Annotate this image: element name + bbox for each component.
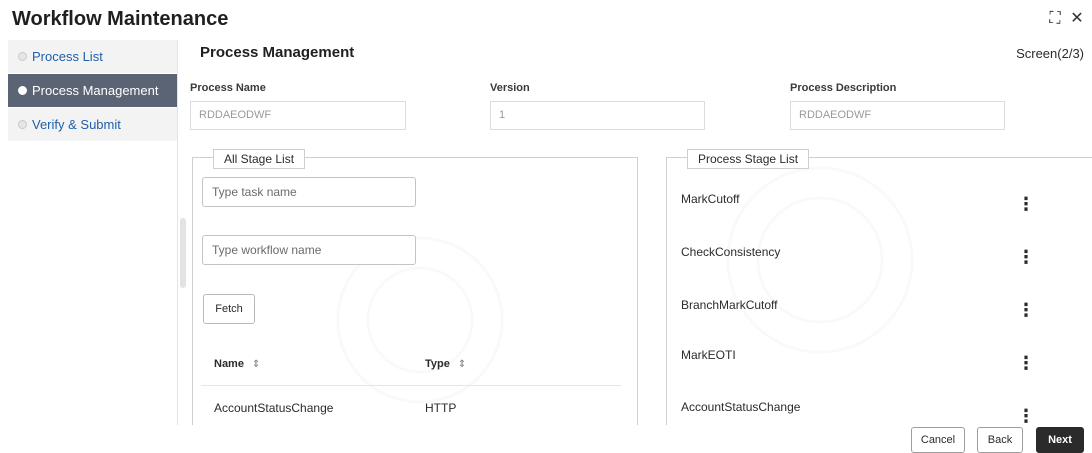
step-dot-icon — [18, 52, 27, 61]
more-options-icon[interactable]: ⋮ — [1017, 300, 1035, 320]
sidebar: Process List Process Management Verify &… — [8, 40, 178, 425]
process-stage-list-legend: Process Stage List — [687, 149, 810, 169]
stage-item[interactable]: MarkEOTI — [681, 348, 736, 362]
task-name-input[interactable]: Type task name — [202, 177, 416, 207]
process-stage-list-panel: Process Stage List MarkCutoff ⋮ CheckCon… — [666, 149, 1092, 426]
process-name-label: Process Name — [190, 82, 266, 94]
more-options-icon[interactable]: ⋮ — [1017, 406, 1035, 426]
sidebar-item-process-management[interactable]: Process Management — [8, 74, 177, 107]
next-button[interactable]: Next — [1036, 427, 1084, 453]
workflow-name-input[interactable]: Type workflow name — [202, 235, 416, 265]
close-icon[interactable]: ✕ — [1068, 10, 1086, 28]
page-title: Workflow Maintenance — [12, 8, 229, 30]
table-cell-type: HTTP — [425, 401, 457, 415]
name-column-header[interactable]: Name ⇕ — [214, 358, 260, 370]
sidebar-item-label: Process Management — [32, 83, 159, 98]
sort-icon[interactable]: ⇕ — [458, 359, 466, 370]
more-options-icon[interactable]: ⋮ — [1017, 247, 1035, 267]
main-content: Process Management Screen(2/3) Process N… — [190, 40, 1092, 426]
sidebar-item-label: Process List — [32, 49, 103, 64]
screen-indicator: Screen(2/3) — [1016, 46, 1084, 61]
step-dot-icon — [18, 120, 27, 129]
version-label: Version — [490, 82, 530, 94]
all-stage-list-legend: All Stage List — [213, 149, 306, 169]
table-header-divider — [201, 385, 621, 386]
expand-icon[interactable]: ⛶ — [1046, 10, 1064, 28]
step-dot-icon — [18, 86, 27, 95]
type-column-header[interactable]: Type ⇕ — [425, 358, 466, 370]
stage-item[interactable]: AccountStatusChange — [681, 400, 800, 414]
sidebar-scrollbar[interactable] — [180, 218, 186, 288]
fetch-button[interactable]: Fetch — [203, 294, 255, 324]
column-header-label: Type — [425, 358, 450, 370]
sort-icon[interactable]: ⇕ — [252, 359, 260, 370]
sidebar-item-label: Verify & Submit — [32, 117, 121, 132]
sidebar-item-verify-submit[interactable]: Verify & Submit — [8, 108, 177, 141]
all-stage-list-panel: All Stage List Type task name Type workf… — [192, 149, 638, 425]
more-options-icon[interactable]: ⋮ — [1017, 353, 1035, 373]
table-cell-name[interactable]: AccountStatusChange — [214, 401, 333, 415]
version-field[interactable]: 1 — [490, 101, 705, 130]
sidebar-item-process-list[interactable]: Process List — [8, 40, 177, 73]
stage-item[interactable]: MarkCutoff — [681, 192, 739, 206]
process-name-field[interactable]: RDDAEODWF — [190, 101, 406, 130]
back-button[interactable]: Back — [977, 427, 1023, 453]
process-description-field[interactable]: RDDAEODWF — [790, 101, 1005, 130]
stage-item[interactable]: CheckConsistency — [681, 245, 780, 259]
window-header: Workflow Maintenance ⛶ ✕ — [0, 0, 1092, 40]
process-description-label: Process Description — [790, 82, 897, 94]
more-options-icon[interactable]: ⋮ — [1017, 194, 1035, 214]
section-title: Process Management — [200, 44, 355, 61]
column-header-label: Name — [214, 358, 244, 370]
stage-item[interactable]: BranchMarkCutoff — [681, 298, 778, 312]
cancel-button[interactable]: Cancel — [911, 427, 965, 453]
